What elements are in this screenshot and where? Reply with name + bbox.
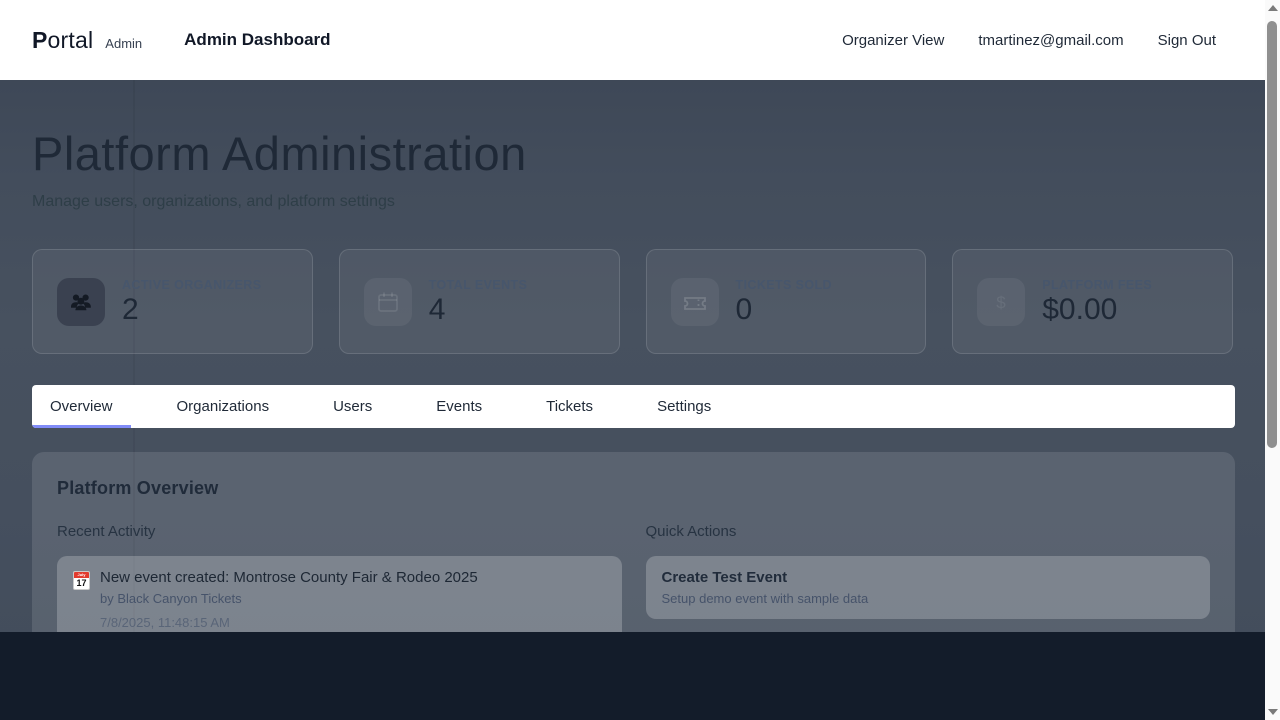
overview-columns: Recent Activity July 17 New event create… xyxy=(57,523,1210,643)
quick-action-title: Create Test Event xyxy=(662,569,1195,586)
navbar-links: Organizer View tmartinez@gmail.com Sign … xyxy=(842,32,1216,49)
dollar-icon: $ xyxy=(977,278,1025,326)
hero-title: Platform Administration xyxy=(32,126,1233,181)
tab-settings[interactable]: Settings xyxy=(639,385,729,428)
tab-events[interactable]: Events xyxy=(418,385,500,428)
calendar-icon xyxy=(364,278,412,326)
page-title: Admin Dashboard xyxy=(184,30,330,50)
calendar-day: 17 xyxy=(74,578,89,589)
vertical-scrollbar[interactable] xyxy=(1265,0,1280,720)
stat-label: ACTIVE ORGANIZERS xyxy=(122,278,261,292)
stat-value: 4 xyxy=(429,295,528,325)
top-navbar: Portal Admin Admin Dashboard Organizer V… xyxy=(0,0,1280,80)
logo-rest: ortal xyxy=(48,27,94,53)
stat-text: ACTIVE ORGANIZERS 2 xyxy=(122,278,261,325)
stat-value: $0.00 xyxy=(1042,295,1152,325)
stat-label: PLATFORM FEES xyxy=(1042,278,1152,292)
hero-subtitle: Manage users, organizations, and platfor… xyxy=(32,193,1233,211)
recent-activity-heading: Recent Activity xyxy=(57,523,622,540)
stats-row: ACTIVE ORGANIZERS 2 TOTAL EVENTS 4 xyxy=(32,249,1233,354)
tab-organizations[interactable]: Organizations xyxy=(159,385,288,428)
cookie-consent-banner: i Cookie Preferences We use essential co… xyxy=(0,632,1280,720)
ticket-icon xyxy=(671,278,719,326)
activity-timestamp: 7/8/2025, 11:48:15 AM xyxy=(100,615,478,630)
user-email: tmartinez@gmail.com xyxy=(978,32,1123,49)
users-group-icon xyxy=(57,278,105,326)
create-test-event-button[interactable]: Create Test Event Setup demo event with … xyxy=(646,556,1211,619)
platform-overview-card: Platform Overview Recent Activity July 1… xyxy=(32,452,1235,662)
stat-label: TOTAL EVENTS xyxy=(429,278,528,292)
stat-text: PLATFORM FEES $0.00 xyxy=(1042,278,1152,325)
stat-card-platform-fees: $ PLATFORM FEES $0.00 xyxy=(952,249,1233,354)
overview-title: Platform Overview xyxy=(57,478,1210,499)
admin-tab-strip: Overview Organizations Users Events Tick… xyxy=(32,385,1235,428)
calendar-emoji-icon: July 17 xyxy=(73,571,90,590)
recent-activity-column: Recent Activity July 17 New event create… xyxy=(57,523,622,643)
portal-logo[interactable]: Portal xyxy=(32,27,93,54)
stat-value: 0 xyxy=(736,295,832,325)
quick-action-subtitle: Setup demo event with sample data xyxy=(662,591,1195,606)
scroll-down-arrow-icon[interactable] xyxy=(1268,709,1278,715)
stat-text: TOTAL EVENTS 4 xyxy=(429,278,528,325)
organizer-view-link[interactable]: Organizer View xyxy=(842,32,944,49)
main-content: Platform Administration Manage users, or… xyxy=(0,80,1265,662)
logo-letter-p: P xyxy=(32,27,48,53)
admin-badge: Admin xyxy=(105,36,142,51)
quick-actions-column: Quick Actions Create Test Event Setup de… xyxy=(646,523,1211,643)
stat-label: TICKETS SOLD xyxy=(736,278,832,292)
stat-text: TICKETS SOLD 0 xyxy=(736,278,832,325)
activity-item: July 17 New event created: Montrose Coun… xyxy=(57,556,622,643)
activity-row: July 17 New event created: Montrose Coun… xyxy=(73,569,606,630)
activity-organizer: by Black Canyon Tickets xyxy=(100,591,478,606)
stat-card-total-events: TOTAL EVENTS 4 xyxy=(339,249,620,354)
tab-overview[interactable]: Overview xyxy=(32,385,131,428)
tab-users[interactable]: Users xyxy=(315,385,390,428)
quick-actions-heading: Quick Actions xyxy=(646,523,1211,540)
stat-card-active-organizers: ACTIVE ORGANIZERS 2 xyxy=(32,249,313,354)
activity-title: New event created: Montrose County Fair … xyxy=(100,569,478,586)
tab-tickets[interactable]: Tickets xyxy=(528,385,611,428)
activity-text: New event created: Montrose County Fair … xyxy=(100,569,478,630)
stat-value: 2 xyxy=(122,295,261,325)
scroll-up-arrow-icon[interactable] xyxy=(1268,5,1278,11)
stat-card-tickets-sold: TICKETS SOLD 0 xyxy=(646,249,927,354)
svg-text:$: $ xyxy=(997,293,1007,312)
sign-out-button[interactable]: Sign Out xyxy=(1158,32,1216,49)
brand: Portal Admin xyxy=(32,27,142,54)
scrollbar-thumb[interactable] xyxy=(1267,21,1277,448)
